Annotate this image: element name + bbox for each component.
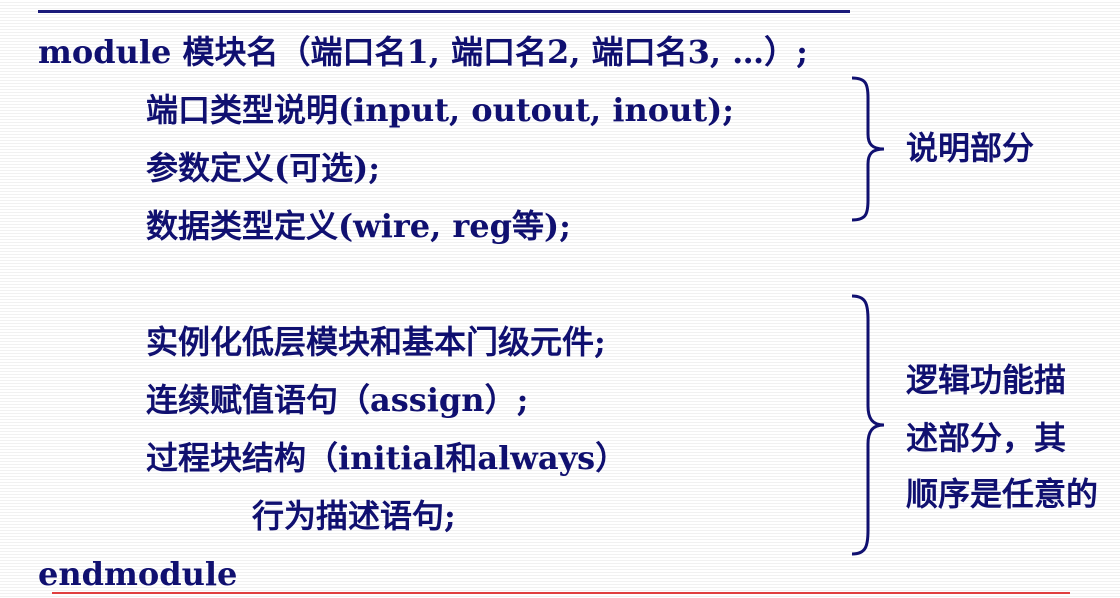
- logic-section-label-line-3: 顺序是任意的: [906, 475, 1099, 513]
- port-type-declaration-line: 端口类型说明(input, outout, inout);: [146, 91, 735, 129]
- logic-section-label-line-2: 述部分，其: [906, 419, 1067, 457]
- declaration-section-label: 说明部分: [906, 129, 1035, 167]
- module-header-line: module 模块名（端口名1, 端口名2, 端口名3, …）;: [38, 33, 808, 71]
- instantiation-line: 实例化低层模块和基本门级元件;: [146, 323, 606, 361]
- continuous-assignment-line: 连续赋值语句（assign）;: [146, 381, 529, 419]
- bottom-rule: [52, 592, 1070, 594]
- data-type-definition-line: 数据类型定义(wire, reg等);: [146, 207, 571, 245]
- parameter-definition-line: 参数定义(可选);: [146, 149, 381, 187]
- procedural-block-line: 过程块结构（initial和always）: [146, 439, 628, 477]
- logic-brace-icon: [851, 294, 885, 556]
- behavioral-statement-line: 行为描述语句;: [252, 497, 456, 535]
- logic-section-label-line-1: 逻辑功能描: [906, 361, 1067, 399]
- declaration-brace-icon: [851, 76, 885, 222]
- endmodule-line: endmodule: [38, 555, 238, 593]
- top-rule: [38, 10, 850, 13]
